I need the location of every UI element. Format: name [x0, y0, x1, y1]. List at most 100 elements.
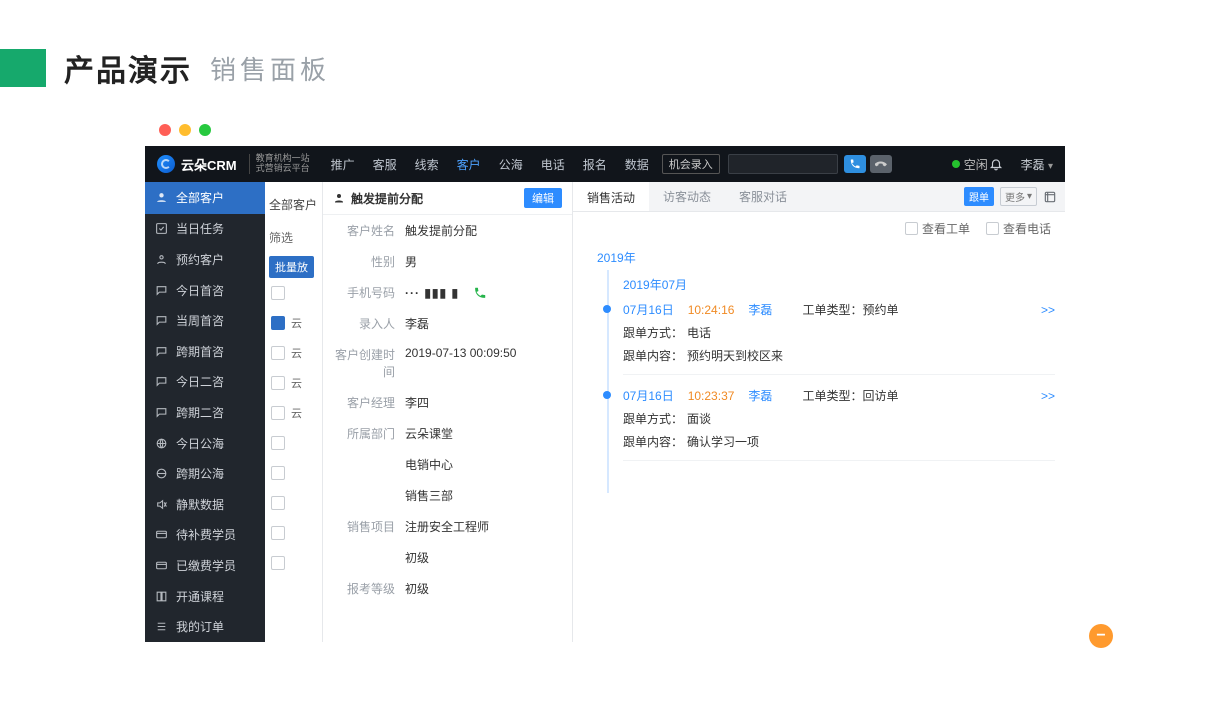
globe-icon [155, 467, 168, 480]
window-close-icon[interactable] [159, 124, 171, 136]
label-phone: 手机号码 [333, 284, 405, 301]
list-item[interactable]: 云 [265, 338, 322, 368]
activity-panel: 销售活动 访客动态 客服对话 跟单 更多▾ 查看工单 查看电话 2019年 20… [573, 182, 1065, 642]
nav-service[interactable]: 客服 [366, 152, 404, 177]
nav-customers[interactable]: 客户 [450, 152, 488, 177]
window-minimize-icon[interactable] [179, 124, 191, 136]
value-gender: 男 [405, 253, 417, 270]
sidebar-header[interactable]: 全部客户 [145, 182, 265, 214]
list-item[interactable] [265, 428, 322, 458]
nav-public[interactable]: 公海 [492, 152, 530, 177]
select-all-checkbox[interactable] [271, 286, 285, 300]
label-created: 客户创建时间 [333, 346, 405, 380]
sidebar-item-cross-second[interactable]: 跨期二咨 [145, 397, 265, 428]
entry-method: 跟单方式：面谈 [623, 410, 1055, 427]
sidebar-item-cross-first[interactable]: 跨期首咨 [145, 336, 265, 367]
filter-call[interactable]: 查看电话 [986, 220, 1051, 237]
user-menu[interactable]: 李磊 ▾ [1021, 156, 1053, 173]
opportunity-entry-button[interactable]: 机会录入 [662, 154, 720, 174]
brand-logo[interactable]: 云朵CRM 教育机构一站式营销云平台 [157, 154, 310, 174]
call-answer-icon[interactable] [844, 155, 866, 173]
tab-service-chat[interactable]: 客服对话 [725, 182, 801, 211]
list-title: 全部客户 [265, 190, 322, 223]
accent-block [0, 49, 46, 87]
sidebar-item-silent[interactable]: 静默数据 [145, 489, 265, 520]
sidebar-item-today-task[interactable]: 当日任务 [145, 214, 265, 245]
row-checkbox[interactable] [271, 526, 285, 540]
row-checkbox[interactable] [271, 376, 285, 390]
sidebar-item-week-first[interactable]: 当周首咨 [145, 305, 265, 336]
check-icon [155, 222, 168, 235]
nav-phone[interactable]: 电话 [534, 152, 572, 177]
card-icon [155, 559, 168, 572]
nav-enroll[interactable]: 报名 [576, 152, 614, 177]
list-item[interactable] [265, 548, 322, 578]
batch-release-button[interactable]: 批量放 [269, 256, 314, 278]
call-hangup-icon[interactable] [870, 155, 892, 173]
sidebar-item-open-course[interactable]: 开通课程 [145, 581, 265, 612]
status-indicator[interactable]: 空闲 [952, 156, 988, 173]
globe-icon [155, 437, 168, 450]
nav-promote[interactable]: 推广 [324, 152, 362, 177]
filter-ticket[interactable]: 查看工单 [905, 220, 970, 237]
sidebar-item-cross-public[interactable]: 跨期公海 [145, 458, 265, 489]
row-checkbox[interactable] [271, 466, 285, 480]
list-item[interactable]: 云 [265, 368, 322, 398]
window-zoom-icon[interactable] [199, 124, 211, 136]
tab-sales-activity[interactable]: 销售活动 [573, 182, 649, 211]
more-dropdown[interactable]: 更多▾ [1000, 187, 1037, 206]
sidebar-item-label: 跨期二咨 [176, 404, 224, 421]
sidebar-item-pending-pay[interactable]: 待补费学员 [145, 520, 265, 551]
list-item[interactable]: 云 [265, 398, 322, 428]
row-checkbox[interactable] [271, 556, 285, 570]
customer-list-column: 全部客户 筛选 批量放 云 云 云 云 [265, 182, 323, 642]
list-item[interactable] [265, 458, 322, 488]
chat-icon [155, 284, 168, 297]
sidebar-item-label: 待补费学员 [176, 526, 236, 543]
row-checkbox[interactable] [271, 436, 285, 450]
label-project: 销售项目 [333, 518, 405, 535]
list-item[interactable] [265, 518, 322, 548]
follow-pill[interactable]: 跟单 [964, 187, 994, 206]
chat-icon [155, 406, 168, 419]
search-input[interactable] [728, 154, 838, 174]
sidebar-item-orders[interactable]: 我的订单 [145, 611, 265, 642]
row-checkbox[interactable] [271, 316, 285, 330]
bell-icon[interactable] [989, 157, 1003, 171]
entry-content: 跟单内容：确认学习一项 [623, 433, 1055, 450]
timeline-year: 2019年 [597, 249, 1055, 266]
cell-text: 云 [291, 405, 302, 421]
row-checkbox[interactable] [271, 406, 285, 420]
brand-subtext: 教育机构一站式营销云平台 [249, 154, 310, 174]
sidebar-item-today-first[interactable]: 今日首咨 [145, 275, 265, 306]
label-dept: 所属部门 [333, 425, 405, 442]
timeline-entry[interactable]: 07月16日 10:23:37 李磊 工单类型：回访单 >> 跟单方式：面谈 跟… [623, 387, 1055, 461]
top-nav: 推广 客服 线索 客户 公海 电话 报名 数据 [324, 152, 656, 177]
call-buttons [844, 155, 892, 173]
mute-icon [155, 498, 168, 511]
floating-action-button[interactable]: − [1089, 624, 1113, 648]
chevron-down-icon: ▾ [1027, 191, 1032, 202]
sidebar-item-today-public[interactable]: 今日公海 [145, 428, 265, 459]
export-icon[interactable] [1043, 190, 1057, 204]
row-checkbox[interactable] [271, 346, 285, 360]
sidebar-item-today-second[interactable]: 今日二咨 [145, 367, 265, 398]
entry-more-link[interactable]: >> [1041, 303, 1055, 317]
list-item[interactable]: 云 [265, 308, 322, 338]
sidebar: 全部客户 当日任务 预约客户 今日首咨 当周首咨 跨期首咨 今日二咨 跨期二咨 … [145, 182, 265, 642]
entry-time: 10:24:16 [688, 303, 735, 317]
sidebar-item-reserve[interactable]: 预约客户 [145, 244, 265, 275]
value-dept1: 云朵课堂 [405, 425, 453, 442]
list-item[interactable] [265, 488, 322, 518]
nav-leads[interactable]: 线索 [408, 152, 446, 177]
nav-data[interactable]: 数据 [618, 152, 656, 177]
call-icon[interactable] [473, 286, 487, 300]
entry-more-link[interactable]: >> [1041, 389, 1055, 403]
label-creator: 录入人 [333, 315, 405, 332]
timeline-entry[interactable]: 07月16日 10:24:16 李磊 工单类型：预约单 >> 跟单方式：电话 跟… [623, 301, 1055, 375]
edit-button[interactable]: 编辑 [524, 188, 562, 208]
row-checkbox[interactable] [271, 496, 285, 510]
tab-visitor[interactable]: 访客动态 [649, 182, 725, 211]
sidebar-item-paid[interactable]: 已缴费学员 [145, 550, 265, 581]
timeline: 2019年 2019年07月 07月16日 10:24:16 李磊 工单类型：预… [573, 245, 1065, 483]
